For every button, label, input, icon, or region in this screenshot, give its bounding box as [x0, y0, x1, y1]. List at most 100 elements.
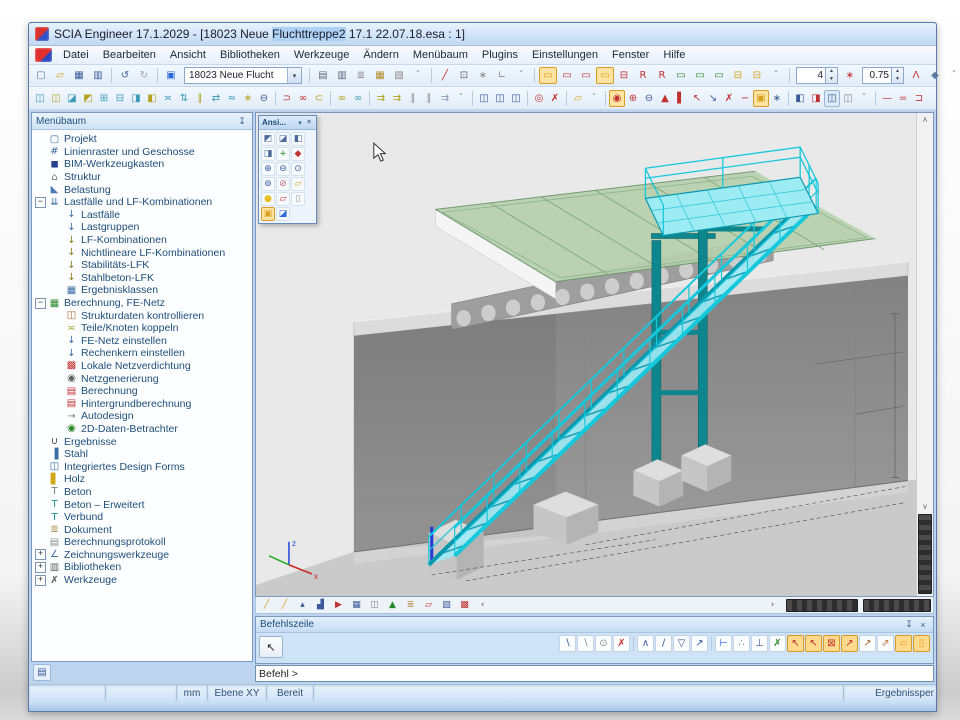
layers-view-icon[interactable]: ▲: [384, 598, 401, 613]
tree-item-dokument[interactable]: ≣ Dokument: [35, 523, 252, 536]
modify-icon[interactable]: ╱: [436, 67, 454, 84]
tree-item-struktur[interactable]: ⌂ Struktur: [35, 171, 252, 184]
beam-icon[interactable]: ◉: [609, 90, 625, 107]
menu-item-bearbeiten[interactable]: Bearbeiten: [96, 48, 163, 62]
stop-icon[interactable]: ◎: [531, 90, 547, 107]
tree-item-bim-werkzeugkasten[interactable]: ◼ BIM-Werkzeugkasten: [35, 158, 252, 171]
grid-icon[interactable]: ▣: [753, 90, 769, 107]
view-window-10-icon[interactable]: ▭: [710, 67, 728, 84]
tree-item-lastfälle-und-lf-kombinationen[interactable]: − ⇊ Lastfälle und LF-Kombinationen: [35, 196, 252, 209]
viewport-3d[interactable]: z x Ansi... ▾ ×: [256, 113, 916, 596]
spinner-down-icon[interactable]: ▼: [892, 76, 903, 84]
tree-item-zeichnungswerkzeuge[interactable]: + ∠ Zeichnungswerkzeuge: [35, 549, 252, 562]
tree-item-fe-netz-einstellen[interactable]: ↓ FE-Netz einstellen: [35, 335, 252, 348]
mirror-icon[interactable]: ◨: [128, 90, 144, 107]
zoom-previous-icon[interactable]: ⊘: [276, 177, 290, 191]
column-icon[interactable]: ⊕: [625, 90, 641, 107]
snap-node-icon[interactable]: ↗: [841, 635, 858, 652]
menu-item-ansicht[interactable]: Ansicht: [163, 48, 213, 62]
plate-icon[interactable]: ⊖: [641, 90, 657, 107]
view-xy-icon[interactable]: ◪: [276, 132, 290, 146]
move-elements-icon[interactable]: ◪: [64, 90, 80, 107]
order-icon[interactable]: ⇉: [437, 90, 453, 107]
node-icon[interactable]: ↖: [689, 90, 705, 107]
open-file-icon[interactable]: ▱: [51, 67, 69, 84]
tree-item-berechnung[interactable]: ▤ Berechnung: [35, 385, 252, 398]
zoom-out-icon[interactable]: ⊖: [276, 162, 290, 176]
zoom-doc-icon[interactable]: ⊡: [455, 67, 473, 84]
tree-item-netzgenerierung[interactable]: ◉ Netzgenerierung: [35, 372, 252, 385]
hinge-icon[interactable]: ✗: [721, 90, 737, 107]
open-project-icon[interactable]: ▱: [570, 90, 586, 107]
view-window-12-icon[interactable]: ⊟: [748, 67, 766, 84]
tree-item-berechnungsprotokoll[interactable]: ▤ Berechnungsprotokoll: [35, 536, 252, 549]
snap-intersection-icon[interactable]: ⊠: [823, 635, 840, 652]
view-window-2-icon[interactable]: ▭: [558, 67, 576, 84]
table-view-icon[interactable]: ▦: [348, 598, 365, 613]
tree-item-ergebnisse[interactable]: ∪ Ergebnisse: [35, 435, 252, 448]
tree-item-lokale-netzverdichtung[interactable]: ▩ Lokale Netzverdichtung: [35, 360, 252, 373]
save-icon[interactable]: ▥: [89, 67, 107, 84]
ucs-icon[interactable]: ◆: [291, 147, 305, 161]
tree-item-lastfälle[interactable]: ↓ Lastfälle: [35, 209, 252, 222]
overflow-icon[interactable]: ˇ: [856, 90, 872, 107]
tree-item-projekt[interactable]: ▢ Projekt: [35, 133, 252, 146]
snap-vector-icon[interactable]: ↗: [691, 635, 708, 652]
window-view-icon[interactable]: ◫: [366, 598, 383, 613]
pattern-icon[interactable]: ∗: [240, 90, 256, 107]
snap-circle-icon[interactable]: ⊙: [595, 635, 612, 652]
project-combo[interactable]: 18023 Neue Flucht ▾: [184, 67, 302, 84]
menu-item-plugins[interactable]: Plugins: [475, 48, 525, 62]
snap-midpoint-icon[interactable]: ↖: [805, 635, 822, 652]
delete-icon[interactable]: ✗: [547, 90, 563, 107]
close-icon[interactable]: ×: [305, 119, 313, 126]
view-window-11-icon[interactable]: ⊟: [729, 67, 747, 84]
support-icon[interactable]: ↘: [705, 90, 721, 107]
grid-view-icon[interactable]: ▩: [456, 598, 473, 613]
tree-item-2d-daten-betrachter[interactable]: ◉ 2D-Daten-Betrachter: [35, 423, 252, 436]
tree-expander-icon[interactable]: +: [35, 562, 46, 573]
intersect-icon[interactable]: ≈: [224, 90, 240, 107]
layer-up-icon[interactable]: ∥: [405, 90, 421, 107]
tab-scroll-right-icon[interactable]: ›: [764, 598, 781, 613]
panel-tab-icon[interactable]: ▤: [33, 664, 51, 681]
scrollbar-thumb[interactable]: [918, 514, 932, 594]
pin-icon[interactable]: ↧: [236, 116, 248, 127]
snap-tool-icon[interactable]: ⊢: [715, 635, 732, 652]
menu-item-werkzeuge[interactable]: Werkzeuge: [287, 48, 356, 62]
gallery-icon[interactable]: ▦: [371, 67, 389, 84]
group-icon[interactable]: ⇉: [373, 90, 389, 107]
menu-item-menübaum[interactable]: Menübaum: [406, 48, 475, 62]
tree-expander-icon[interactable]: −: [35, 298, 46, 309]
tree-item-verbund[interactable]: T Verbund: [35, 511, 252, 524]
spinner-up-icon[interactable]: ▲: [826, 68, 837, 76]
hscrollbar-thumb-2[interactable]: [863, 599, 931, 612]
tree-item-nichtlineare-lf-kombinationen[interactable]: ↓ Nichtlineare LF-Kombinationen: [35, 246, 252, 259]
tree-item-beton-erweitert[interactable]: T Beton – Erweitert: [35, 498, 252, 511]
remove-element-icon[interactable]: ⊟: [112, 90, 128, 107]
clip-off-icon[interactable]: ▯: [291, 192, 305, 206]
snap-ok-icon[interactable]: ✗: [769, 635, 786, 652]
tree-item-lf-kombinationen[interactable]: ↓ LF-Kombinationen: [35, 234, 252, 247]
tree-item-bibliotheken[interactable]: + ▥ Bibliotheken: [35, 561, 252, 574]
new-file-icon[interactable]: ▢: [32, 67, 50, 84]
tree-item-strukturdaten-kontrollieren[interactable]: ◫ Strukturdaten kontrollieren: [35, 309, 252, 322]
dim-double-icon[interactable]: =: [895, 90, 911, 107]
tab-scroll-left-icon[interactable]: ‹: [474, 598, 491, 613]
split-icon[interactable]: ∥: [192, 90, 208, 107]
lasso-icon[interactable]: ⊃: [279, 90, 295, 107]
tree-expander-icon[interactable]: +: [35, 575, 46, 586]
save-all-icon[interactable]: ▦: [70, 67, 88, 84]
shade-mode-icon[interactable]: ◪: [276, 207, 290, 221]
spinner-down-icon[interactable]: ▼: [826, 76, 837, 84]
tree-item-stahlbeton-lfk[interactable]: ↓ Stahlbeton-LFK: [35, 272, 252, 285]
measure-icon[interactable]: ∟: [493, 67, 511, 84]
zoom-all-icon[interactable]: ⊚: [261, 177, 275, 191]
load-icon[interactable]: −: [737, 90, 753, 107]
snap-line2-icon[interactable]: ∖: [577, 635, 594, 652]
scroll-up-icon[interactable]: ∧: [917, 113, 933, 127]
snap-angle-icon[interactable]: ∧: [637, 635, 654, 652]
hscrollbar-thumb[interactable]: [786, 599, 858, 612]
axes-icon[interactable]: +: [276, 147, 290, 161]
document-view-icon[interactable]: ≣: [402, 598, 419, 613]
